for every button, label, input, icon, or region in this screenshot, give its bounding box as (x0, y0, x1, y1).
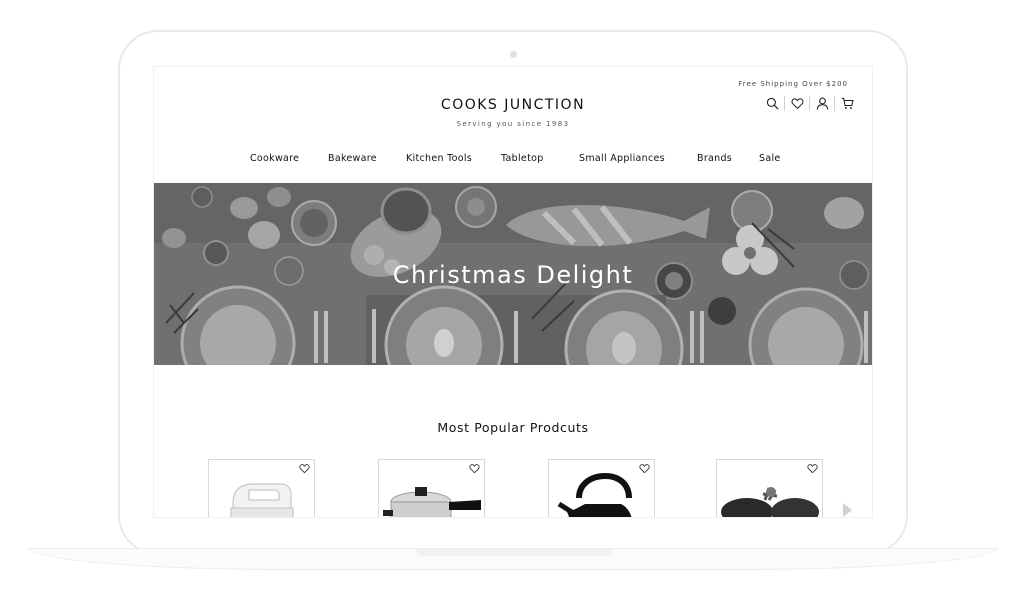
section-title-popular: Most Popular Prodcuts (437, 420, 589, 435)
product-card-kettle[interactable] (548, 459, 655, 517)
hero-title: Christmas Delight (392, 261, 634, 289)
free-shipping-promo: Free Shipping Over $200 (738, 80, 848, 88)
product-card-serving-bowls[interactable] (716, 459, 823, 517)
laptop-base-notch (416, 549, 612, 556)
nav-item-sale[interactable]: Sale (759, 153, 781, 164)
favorite-heart-icon[interactable] (299, 463, 310, 474)
site-tagline: Serving you since 1983 (456, 120, 570, 128)
hero-banner[interactable]: Christmas Delight (154, 183, 872, 365)
favorite-heart-icon[interactable] (639, 463, 650, 474)
camera-dot (510, 51, 517, 58)
cart-icon[interactable] (835, 94, 859, 112)
nav-item-tabletop[interactable]: Tabletop (501, 153, 544, 164)
nav-item-bakeware[interactable]: Bakeware (328, 153, 377, 164)
favorite-heart-icon[interactable] (807, 463, 818, 474)
nav-item-brands[interactable]: Brands (697, 153, 732, 164)
nav-item-kitchen-tools[interactable]: Kitchen Tools (406, 153, 472, 164)
product-card-pressure-cooker[interactable] (378, 459, 485, 517)
nav-item-small-appliances[interactable]: Small Appliances (579, 153, 665, 164)
user-icon[interactable] (810, 94, 834, 112)
carousel-next-arrow-icon[interactable] (843, 503, 852, 517)
header-icons (760, 94, 859, 112)
website-screen: Free Shipping Over $200 COOKS JUNCTION S… (154, 67, 872, 517)
favorite-heart-icon[interactable] (469, 463, 480, 474)
main-navigation: Cookware Bakeware Kitchen Tools Tabletop… (154, 153, 872, 167)
search-icon[interactable] (760, 94, 784, 112)
heart-icon[interactable] (785, 94, 809, 112)
nav-item-cookware[interactable]: Cookware (250, 153, 299, 164)
product-card-hand-mixer[interactable] (208, 459, 315, 517)
